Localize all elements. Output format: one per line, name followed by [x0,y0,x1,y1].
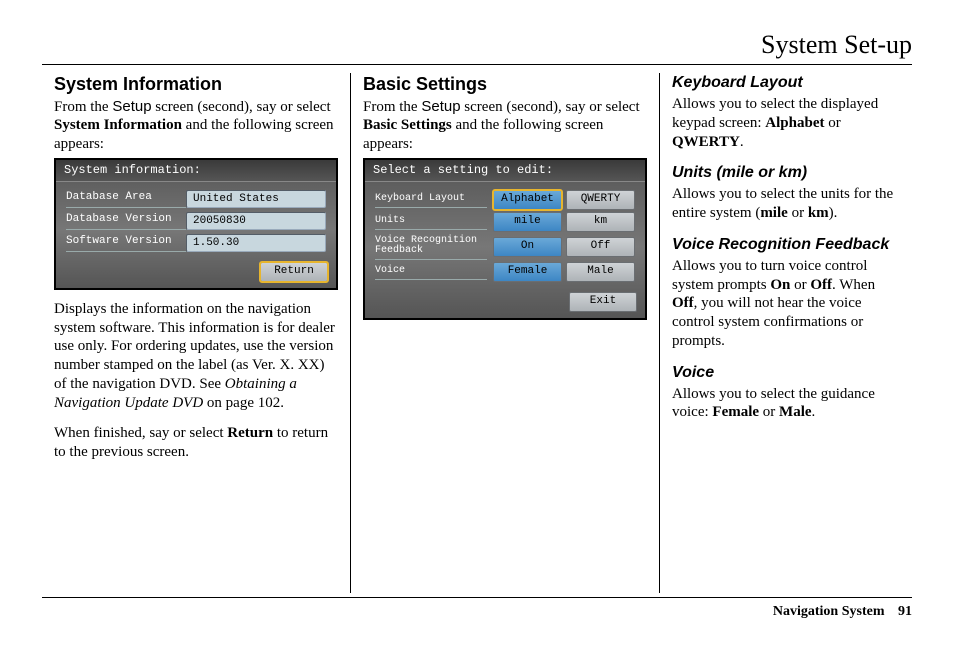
columns: System Information From the Setup screen… [42,73,912,593]
subsection-keyboard-layout: Keyboard Layout [672,73,900,93]
page-number: 91 [898,604,912,619]
section-heading-basic-settings: Basic Settings [363,73,647,96]
info-label: Database Area [66,189,186,208]
text: Male [779,404,811,420]
footer-label: Navigation System [773,604,885,619]
info-label: Database Version [66,211,186,230]
info-value: 1.50.30 [186,234,326,252]
col1-intro: From the Setup screen (second), say or s… [54,98,338,154]
osd-footer: Exit [365,288,645,318]
text: or [790,277,810,293]
text: Off [672,295,694,311]
setting-row-keyboard-layout: Keyboard Layout Alphabet QWERTY [375,190,635,210]
text: . [812,404,816,420]
option-on[interactable]: On [493,237,562,257]
text: Alphabet [765,115,824,131]
col2-intro: From the Setup screen (second), say or s… [363,98,647,154]
screenshot-basic-settings: Select a setting to edit: Keyboard Layou… [363,158,647,320]
option-female[interactable]: Female [493,262,562,282]
text: or [824,115,840,131]
text: ). [829,205,838,221]
setting-options: On Off [493,237,635,257]
column-3: Keyboard Layout Allows you to select the… [659,73,912,593]
text: screen (second), say or select [152,99,331,115]
info-value: 20050830 [186,212,326,230]
text: Female [712,404,759,420]
setting-label: Units [375,214,487,230]
text: When finished, say or select [54,425,227,441]
info-row: Database Version 20050830 [66,210,326,232]
rule-top [42,64,912,65]
setting-label: Keyboard Layout [375,192,487,208]
info-row: Software Version 1.50.30 [66,232,326,254]
text: , you will not hear the voice control sy… [672,295,863,349]
osd-title: Select a setting to edit: [365,160,645,182]
text: Allows you to select the guidance voice:… [672,385,900,423]
setting-row-voice: Voice Female Male [375,262,635,282]
option-male[interactable]: Male [566,262,635,282]
text: mile [760,205,788,221]
text: Setup [112,98,151,115]
column-1: System Information From the Setup screen… [42,73,350,593]
setting-options: Alphabet QWERTY [493,190,635,210]
info-value: United States [186,190,326,208]
subsection-voice: Voice [672,363,900,383]
info-row: Database Area United States [66,188,326,210]
text: screen (second), say or select [461,99,640,115]
text: . When [832,277,875,293]
option-alphabet[interactable]: Alphabet [493,190,562,210]
text: From the [363,99,421,115]
setting-row-voice-recognition-feedback: Voice Recognition Feedback On Off [375,234,635,260]
setting-label: Voice Recognition Feedback [375,234,487,260]
osd-footer: Return [56,258,336,288]
setting-label: Voice [375,264,487,280]
osd-title: System information: [56,160,336,182]
subsection-voice-recognition-feedback: Voice Recognition Feedback [672,235,900,255]
col1-para2: Displays the information on the navigati… [54,300,338,413]
setting-options: Female Male [493,262,635,282]
chapter-title: System Set-up [42,30,912,60]
text: Allows you to select the displayed keypa… [672,95,900,151]
text: Allows you to select the units for the e… [672,185,900,223]
osd-body: Keyboard Layout Alphabet QWERTY Units mi… [365,182,645,288]
text: Return [227,425,273,441]
option-mile[interactable]: mile [493,212,562,232]
text: or [759,404,779,420]
column-2: Basic Settings From the Setup screen (se… [350,73,659,593]
text: km [808,205,829,221]
manual-page: System Set-up System Information From th… [0,0,954,652]
text: Setup [421,98,460,115]
text: On [770,277,790,293]
page-footer: Navigation System 91 [42,604,912,620]
exit-button[interactable]: Exit [569,292,637,312]
text: From the [54,99,112,115]
col1-para3: When finished, say or select Return to r… [54,424,338,462]
rule-bottom [42,597,912,598]
text: or [788,205,808,221]
subsection-units: Units (mile or km) [672,163,900,183]
section-heading-system-information: System Information [54,73,338,96]
text: Off [810,277,832,293]
text: System Information [54,117,182,133]
return-button[interactable]: Return [260,262,328,282]
option-off[interactable]: Off [566,237,635,257]
text: on page 102. [203,395,284,411]
text: QWERTY [672,134,740,150]
info-label: Software Version [66,233,186,252]
text: Allows you to turn voice control system … [672,257,900,351]
setting-row-units: Units mile km [375,212,635,232]
setting-options: mile km [493,212,635,232]
text: . [740,134,744,150]
screenshot-system-information: System information: Database Area United… [54,158,338,290]
text: Basic Settings [363,117,452,133]
option-qwerty[interactable]: QWERTY [566,190,635,210]
osd-body: Database Area United States Database Ver… [56,182,336,258]
option-km[interactable]: km [566,212,635,232]
